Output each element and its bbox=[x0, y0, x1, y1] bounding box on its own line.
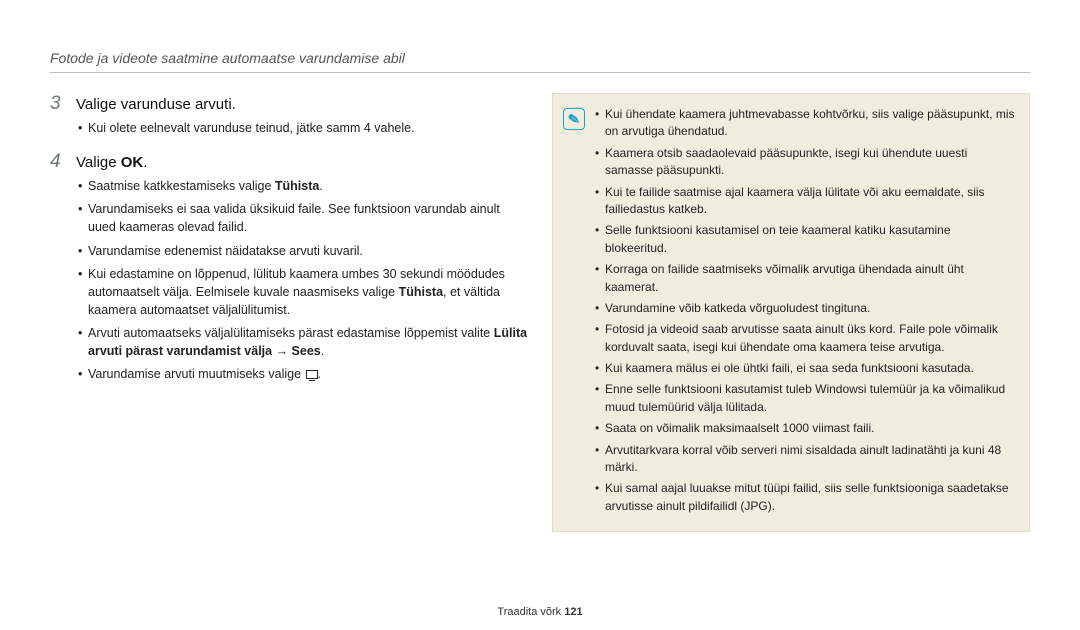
left-column: 3 Valige varunduse arvuti. Kui olete eel… bbox=[50, 93, 528, 532]
page-header: Fotode ja videote saatmine automaatse va… bbox=[50, 50, 1030, 73]
step-number: 4 bbox=[50, 151, 66, 173]
note-item: Fotosid ja videoid saab arvutisse saata … bbox=[595, 321, 1015, 356]
bullet-item: Kui edastamine on lõppenud, lülitub kaam… bbox=[78, 265, 528, 319]
step-4: 4 Valige OK. Saatmise katkkestamiseks va… bbox=[50, 151, 528, 383]
note-box: ✎ Kui ühendate kaamera juhtmevabasse koh… bbox=[552, 93, 1030, 532]
step-number: 3 bbox=[50, 93, 66, 115]
bullet-item: Arvuti automaatseks väljalülitamiseks pä… bbox=[78, 324, 528, 360]
note-item: Kui ühendate kaamera juhtmevabasse kohtv… bbox=[595, 106, 1015, 141]
step-title: Valige OK. bbox=[76, 154, 147, 171]
step-3: 3 Valige varunduse arvuti. Kui olete eel… bbox=[50, 93, 528, 137]
bullet-item: Varundamise arvuti muutmiseks valige . bbox=[78, 365, 528, 383]
text: . bbox=[318, 367, 321, 381]
monitor-icon bbox=[306, 370, 318, 379]
note-item: Kaamera otsib saadaolevaid pääsupunkte, … bbox=[595, 145, 1015, 180]
text: . bbox=[321, 344, 324, 358]
note-item: Korraga on failide saatmiseks võimalik a… bbox=[595, 261, 1015, 296]
text: Valige bbox=[76, 154, 121, 171]
bullet-item: Saatmise katkkestamiseks valige Tühista. bbox=[78, 177, 528, 195]
text-strong: OK bbox=[121, 154, 144, 171]
text-strong: Tühista bbox=[275, 179, 319, 193]
note-item: Kui samal aajal luuakse mitut tüüpi fail… bbox=[595, 480, 1015, 515]
note-item: Varundamine võib katkeda võrguoludest ti… bbox=[595, 300, 1015, 317]
text: Varundamise arvuti muutmiseks valige bbox=[88, 367, 305, 381]
content-columns: 3 Valige varunduse arvuti. Kui olete eel… bbox=[50, 93, 1030, 532]
text: Saatmise katkkestamiseks valige bbox=[88, 179, 275, 193]
note-item: Kui kaamera mälus ei ole ühtki faili, ei… bbox=[595, 360, 1015, 377]
bullet-item: Varundamise edenemist näidatakse arvuti … bbox=[78, 242, 528, 260]
note-icon: ✎ bbox=[563, 108, 585, 130]
note-item: Kui te failide saatmise ajal kaamera väl… bbox=[595, 184, 1015, 219]
right-column: ✎ Kui ühendate kaamera juhtmevabasse koh… bbox=[552, 93, 1030, 532]
note-list: Kui ühendate kaamera juhtmevabasse kohtv… bbox=[595, 106, 1015, 519]
bullet-item: Varundamiseks ei saa valida üksikuid fai… bbox=[78, 200, 528, 236]
note-item: Selle funktsiooni kasutamisel on teie ka… bbox=[595, 222, 1015, 257]
page-footer: Traadita võrk 121 bbox=[0, 606, 1080, 618]
note-item: Enne selle funktsiooni kasutamist tuleb … bbox=[595, 381, 1015, 416]
bullet-item: Kui olete eelnevalt varunduse teinud, jä… bbox=[78, 119, 528, 137]
footer-text: Traadita võrk bbox=[497, 606, 564, 618]
page-number: 121 bbox=[564, 606, 582, 618]
step-title: Valige varunduse arvuti. bbox=[76, 96, 236, 113]
note-item: Saata on võimalik maksimaalselt 1000 vii… bbox=[595, 420, 1015, 437]
text: Arvuti automaatseks väljalülitamiseks pä… bbox=[88, 326, 494, 340]
text-strong: Tühista bbox=[399, 285, 443, 299]
text: . bbox=[143, 154, 147, 171]
text: . bbox=[319, 179, 322, 193]
note-item: Arvutitarkvara korral võib serveri nimi … bbox=[595, 442, 1015, 477]
